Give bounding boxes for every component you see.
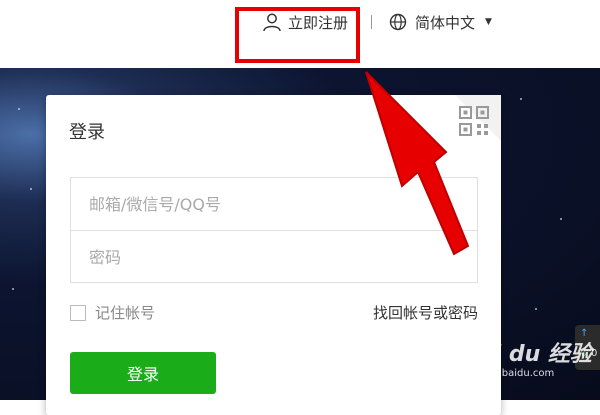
forgot-account-link[interactable]: 找回帐号或密码 (373, 302, 478, 323)
account-input[interactable] (71, 178, 477, 230)
login-title: 登录 (69, 122, 105, 143)
side-widget-count: 0 (591, 348, 598, 359)
qr-code-icon[interactable] (459, 106, 489, 136)
globe-icon (389, 13, 407, 31)
language-label: 简体中文 (415, 13, 476, 32)
password-input[interactable] (71, 231, 477, 283)
annotation-highlight-box (235, 7, 360, 63)
remember-account[interactable]: 记住帐号 (70, 302, 155, 323)
side-widget[interactable]: ↑ ↓ 0 (575, 325, 600, 370)
remember-label: 记住帐号 (95, 304, 156, 322)
header-divider (371, 15, 372, 29)
language-selector[interactable]: 简体中文 ▼ (389, 10, 492, 34)
login-button[interactable]: 登录 (70, 352, 216, 394)
login-card: 登录 记住帐号 找回帐号或密码 登录 (46, 95, 501, 415)
remember-checkbox[interactable] (70, 304, 86, 321)
credentials-form (70, 177, 478, 283)
arrow-down-icon: ↓ (580, 348, 589, 359)
arrow-up-icon: ↑ (580, 328, 589, 339)
caret-down-icon: ▼ (485, 17, 492, 27)
